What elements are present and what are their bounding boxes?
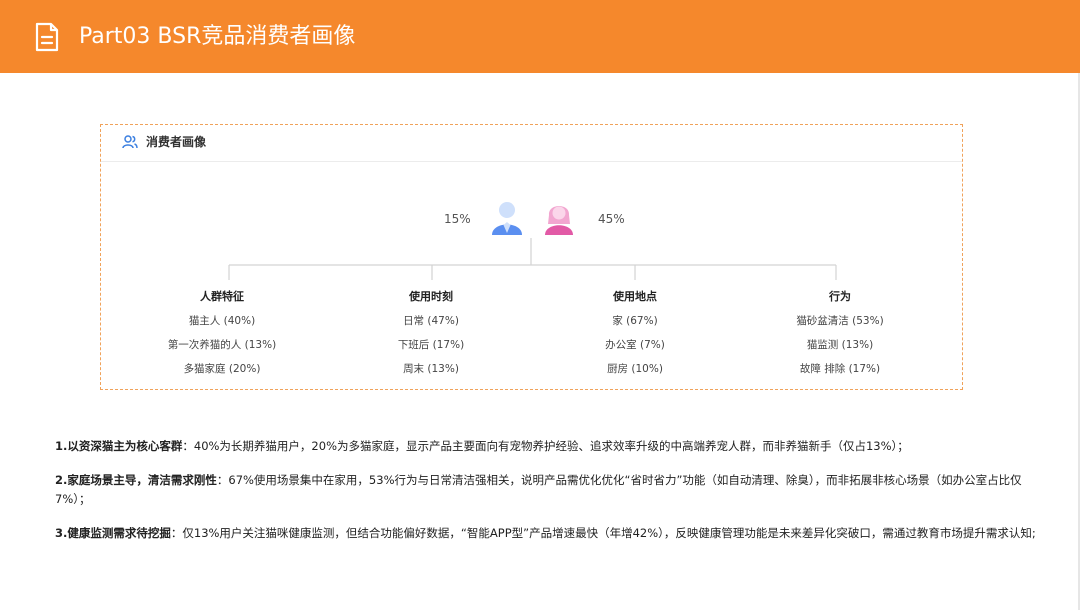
insight-notes: 1.以资深猫主为核心客群：40%为长期养猫用户，20%为多猫家庭，显示产品主要面… xyxy=(55,437,1040,558)
list-item: 日常 (47%) xyxy=(403,315,459,327)
list-item: 办公室 (7%) xyxy=(605,339,665,351)
page-header: Part03 BSR竞品消费者画像 xyxy=(0,0,1080,73)
female-user-icon xyxy=(545,206,573,235)
list-item: 猫砂盆清洁 (53%) xyxy=(796,315,884,327)
note-heading: 1.以资深猫主为核心客群 xyxy=(55,439,183,453)
column-behavior: 行为 猫砂盆清洁 (53%) 猫监测 (13%) 故障 排除 (17%) xyxy=(760,289,920,386)
insight-note: 3.健康监测需求待挖掘：仅13%用户关注猫咪健康监测，但结合功能偏好数据，“智能… xyxy=(55,524,1040,543)
panel-header: 消费者画像 xyxy=(101,125,962,162)
list-item: 下班后 (17%) xyxy=(397,339,465,351)
column-title: 人群特征 xyxy=(200,290,244,303)
note-heading: 3.健康监测需求待挖掘 xyxy=(55,526,171,540)
column-title: 使用时刻 xyxy=(409,290,453,303)
insight-note: 1.以资深猫主为核心客群：40%为长期养猫用户，20%为多猫家庭，显示产品主要面… xyxy=(55,437,1040,456)
column-title: 行为 xyxy=(829,290,851,303)
list-item: 故障 排除 (17%) xyxy=(799,363,881,375)
list-item: 第一次养猫的人 (13%) xyxy=(167,339,277,351)
insight-note: 2.家庭场景主导，清洁需求刚性：67%使用场景集中在家用，53%行为与日常清洁强… xyxy=(55,471,1040,509)
list-item: 猫主人 (40%) xyxy=(188,315,256,327)
column-usage-time: 使用时刻 日常 (47%) 下班后 (17%) 周末 (13%) xyxy=(351,289,511,386)
note-text: ：仅13%用户关注猫咪健康监测，但结合功能偏好数据，“智能APP型”产品增速最快… xyxy=(170,526,1036,540)
panel-title: 消费者画像 xyxy=(146,135,207,149)
list-item: 多猫家庭 (20%) xyxy=(183,363,261,375)
list-item: 猫监测 (13%) xyxy=(806,339,874,351)
consumer-profile-panel: 消费者画像 15% 45% 人群特征 猫主人 (40%) 第一次养猫的人 (13… xyxy=(100,124,963,390)
column-demographics: 人群特征 猫主人 (40%) 第一次养猫的人 (13%) 多猫家庭 (20%) xyxy=(142,289,302,386)
note-text: ：40%为长期养猫用户，20%为多猫家庭，显示产品主要面向有宠物养护经验、追求效… xyxy=(182,439,909,453)
male-user-icon xyxy=(492,202,522,235)
female-percentage: 45% xyxy=(598,212,625,226)
note-heading: 2.家庭场景主导，清洁需求刚性 xyxy=(55,473,217,487)
users-icon xyxy=(122,135,138,149)
male-percentage: 15% xyxy=(444,212,471,226)
document-icon xyxy=(35,22,59,52)
list-item: 厨房 (10%) xyxy=(607,363,663,375)
column-usage-location: 使用地点 家 (67%) 办公室 (7%) 厨房 (10%) xyxy=(555,289,715,386)
list-item: 家 (67%) xyxy=(612,315,658,327)
list-item: 周末 (13%) xyxy=(403,363,459,375)
page-title: Part03 BSR竞品消费者画像 xyxy=(79,24,356,49)
column-title: 使用地点 xyxy=(613,290,657,303)
